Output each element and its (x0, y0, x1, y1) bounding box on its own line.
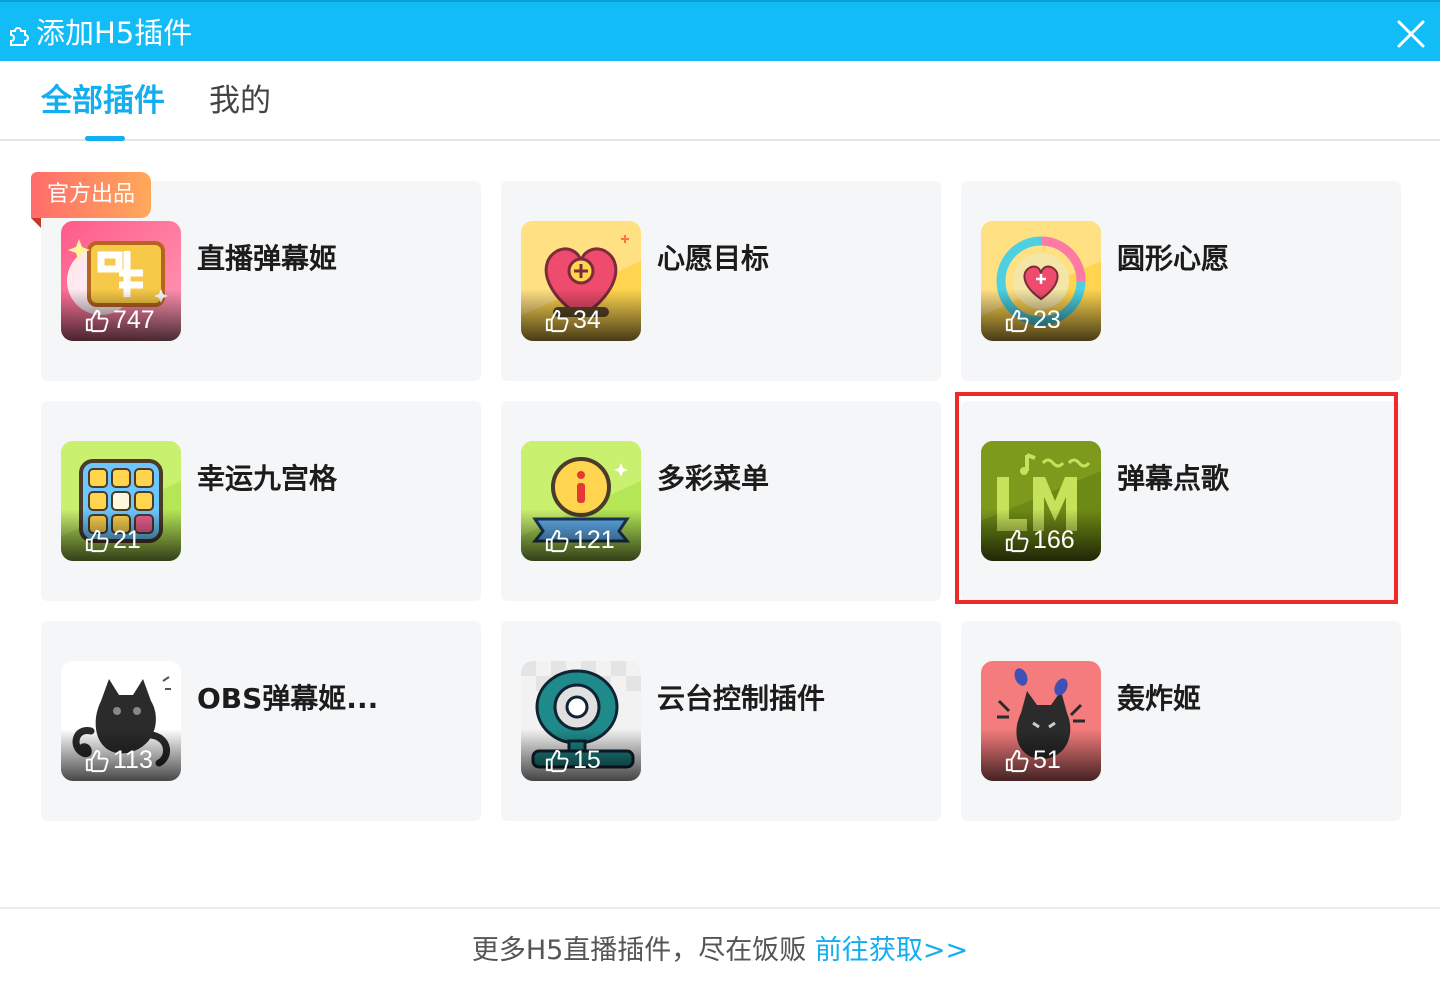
thumbs-up-icon (85, 309, 109, 332)
plugin-thumbnail: 34 (521, 221, 641, 341)
plugin-card-circle-heart[interactable]: 23 圆形心愿 (961, 181, 1401, 381)
like-count-value: 747 (113, 305, 155, 334)
active-tab-indicator (85, 136, 125, 141)
plugin-thumbnail: 23 (981, 221, 1101, 341)
plugin-puzzle-icon (10, 27, 29, 46)
like-count: 113 (83, 745, 153, 775)
badge-ribbon-fold (31, 218, 41, 228)
plugin-card-obs-danmu[interactable]: 113 OBS弹幕姬... (41, 621, 481, 821)
plugin-name: 轰炸姬 (1117, 682, 1202, 715)
like-count-value: 15 (573, 745, 601, 774)
plugin-name: OBS弹幕姬... (197, 682, 379, 715)
like-count-value: 23 (1033, 305, 1061, 334)
plugin-card-heart-goal[interactable]: 34 心愿目标 (501, 181, 941, 381)
thumbs-up-icon (1005, 749, 1029, 772)
thumbs-up-icon (85, 529, 109, 552)
like-count: 121 (543, 525, 615, 555)
footer-text: 更多H5直播插件，尽在饭贩 (471, 935, 815, 966)
plugin-name: 心愿目标 (657, 242, 770, 275)
selection-highlight (955, 392, 1398, 604)
plugin-thumbnail: 21 (61, 441, 181, 561)
like-count: 23 (1003, 305, 1061, 335)
plugin-name: 圆形心愿 (1117, 242, 1230, 275)
plugin-card-lucky-grid[interactable]: 21 幸运九宫格 (41, 401, 481, 601)
tab-mine[interactable]: 我的 (209, 79, 271, 123)
thumbs-up-icon (85, 749, 109, 772)
close-icon[interactable] (1394, 17, 1428, 51)
thumbs-up-icon (545, 749, 569, 772)
plugin-card-bomb-ji[interactable]: 51 轰炸姬 (961, 621, 1401, 821)
plugin-name: 多彩菜单 (657, 462, 770, 495)
footer: 更多H5直播插件，尽在饭贩 前往获取>> (0, 907, 1440, 986)
like-count-value: 121 (573, 525, 615, 554)
thumbs-up-icon (545, 309, 569, 332)
plugin-name: 云台控制插件 (657, 682, 826, 715)
like-count: 21 (83, 525, 141, 555)
plugin-name: 幸运九宫格 (197, 462, 338, 495)
plugin-card-info-menu[interactable]: 121 多彩菜单 (501, 401, 941, 601)
like-count: 51 (1003, 745, 1061, 775)
like-count-value: 113 (113, 745, 153, 774)
plugin-thumbnail: 121 (521, 441, 641, 561)
tab-bar: 全部插件 我的 (0, 61, 1440, 141)
like-count: 747 (83, 305, 155, 335)
like-count-value: 51 (1033, 745, 1061, 774)
plugin-thumbnail: 15 (521, 661, 641, 781)
get-more-link[interactable]: 前往获取>> (815, 935, 968, 966)
plugin-thumbnail: 747 (61, 221, 181, 341)
thumbs-up-icon (545, 529, 569, 552)
plugin-name: 直播弹幕姬 (197, 242, 338, 275)
tab-all-plugins[interactable]: 全部插件 (41, 79, 165, 123)
plugin-card-ptz-control[interactable]: 15 云台控制插件 (501, 621, 941, 821)
window-title: 添加H5插件 (36, 16, 193, 50)
like-count: 15 (543, 745, 601, 775)
plugin-thumbnail: 51 (981, 661, 1101, 781)
title-bar: 添加H5插件 (0, 0, 1440, 61)
like-count-value: 34 (573, 305, 601, 334)
thumbs-up-icon (1005, 309, 1029, 332)
like-count: 34 (543, 305, 601, 335)
official-badge: 官方出品 (31, 172, 151, 218)
plugin-thumbnail: 113 (61, 661, 181, 781)
footer-text-line: 更多H5直播插件，尽在饭贩 前往获取>> (0, 931, 1440, 971)
like-count-value: 21 (113, 525, 141, 554)
